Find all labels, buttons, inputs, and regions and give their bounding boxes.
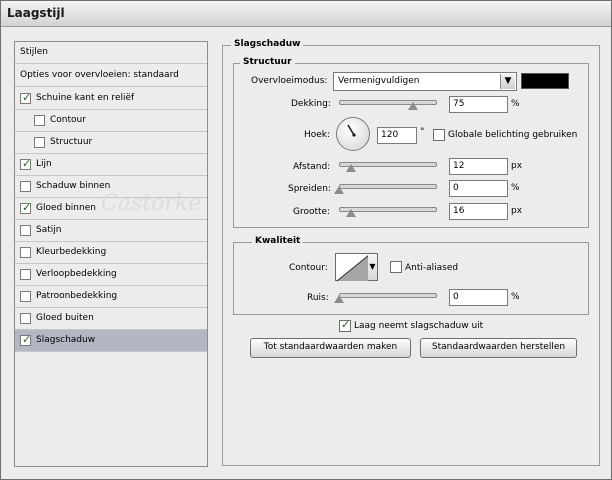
- checkmark-icon: ✓: [341, 318, 351, 331]
- checkmark-icon: ✓: [22, 201, 32, 214]
- style-item-label: Kleurbedekking: [36, 247, 107, 257]
- quality-title: Kwaliteit: [252, 236, 304, 246]
- knockout-label: Laag neemt slagschaduw uit: [354, 321, 484, 331]
- contour-curve-icon: [336, 254, 370, 282]
- style-checkbox[interactable]: ✓: [20, 157, 32, 170]
- anti-aliased-checkbox[interactable]: [390, 261, 402, 273]
- style-item-label: Patroonbedekking: [36, 291, 118, 301]
- styles-list: Stijlen Opties voor overvloeien: standaa…: [14, 41, 208, 467]
- size-input[interactable]: 16: [449, 203, 508, 220]
- spread-unit: %: [511, 183, 520, 193]
- size-slider-thumb[interactable]: [346, 209, 356, 217]
- noise-label: Ruis:: [307, 293, 329, 303]
- distance-slider-thumb[interactable]: [346, 164, 356, 172]
- style-item-label: Satijn: [36, 225, 62, 235]
- noise-slider-thumb[interactable]: [334, 295, 344, 303]
- blending-options-label: Opties voor overvloeien: standaard: [20, 70, 179, 80]
- contour-dropdown-button[interactable]: ▼: [368, 253, 378, 281]
- style-item-label: Schaduw binnen: [36, 181, 111, 191]
- angle-needle-icon: [347, 124, 356, 137]
- spread-slider-thumb[interactable]: [334, 186, 344, 194]
- style-checkbox[interactable]: [20, 291, 31, 302]
- style-checkbox[interactable]: ✓: [20, 91, 32, 104]
- style-item-pattern-overlay[interactable]: Patroonbedekking: [15, 286, 207, 308]
- noise-slider[interactable]: [339, 293, 437, 298]
- style-checkbox[interactable]: ✓: [20, 201, 32, 214]
- panel-title: Slagschaduw: [231, 39, 304, 49]
- size-label: Grootte:: [293, 207, 331, 217]
- shadow-color-swatch[interactable]: [521, 73, 569, 89]
- window-title: Laagstijl: [7, 6, 65, 20]
- make-default-button[interactable]: Tot standaardwaarden maken: [250, 338, 411, 358]
- angle-label: Hoek:: [304, 130, 331, 140]
- style-item-outer-glow[interactable]: Gloed buiten: [15, 308, 207, 330]
- knockout-checkbox[interactable]: ✓: [339, 318, 351, 332]
- style-item-texture[interactable]: Structuur: [15, 132, 207, 154]
- style-item-label: Gloed binnen: [36, 203, 96, 213]
- styles-header[interactable]: Stijlen: [15, 42, 207, 64]
- angle-dial[interactable]: [336, 117, 370, 151]
- style-item-gradient-overlay[interactable]: Verloopbedekking: [15, 264, 207, 286]
- style-item-label: Structuur: [50, 137, 93, 147]
- noise-unit: %: [511, 292, 520, 302]
- style-item-label: Schuine kant en reliëf: [36, 93, 135, 103]
- checkmark-icon: ✓: [22, 333, 32, 346]
- angle-unit: °: [420, 127, 425, 137]
- layer-style-dialog: Laagstijl Stijlen Opties voor overvloeie…: [0, 0, 612, 480]
- distance-label: Afstand:: [293, 162, 331, 172]
- styles-header-label: Stijlen: [20, 47, 48, 57]
- style-item-label: Gloed buiten: [36, 313, 94, 323]
- spread-slider[interactable]: [339, 184, 437, 189]
- quality-group: [233, 242, 589, 315]
- style-item-color-overlay[interactable]: Kleurbedekking: [15, 242, 207, 264]
- style-checkbox[interactable]: [34, 115, 45, 126]
- structure-title: Structuur: [240, 57, 295, 67]
- chevron-down-icon: ▼: [369, 262, 376, 271]
- blending-options-item[interactable]: Opties voor overvloeien: standaard: [15, 65, 207, 87]
- style-checkbox[interactable]: ✓: [20, 333, 32, 346]
- global-light-label: Globale belichting gebruiken: [448, 130, 578, 140]
- style-item-label: Verloopbedekking: [36, 269, 117, 279]
- style-item-bevel-emboss[interactable]: ✓ Schuine kant en reliëf: [15, 88, 207, 110]
- contour-preview[interactable]: [335, 253, 370, 282]
- blend-mode-select[interactable]: Vermenigvuldigen ▼: [333, 72, 517, 91]
- style-checkbox[interactable]: [20, 269, 31, 280]
- style-item-label: Lijn: [36, 159, 52, 169]
- chevron-down-icon: ▼: [500, 74, 515, 89]
- opacity-slider[interactable]: [339, 100, 437, 105]
- opacity-input[interactable]: 75: [449, 96, 508, 113]
- size-unit: px: [511, 206, 523, 216]
- style-checkbox[interactable]: [20, 225, 31, 236]
- anti-aliased-label: Anti-aliased: [405, 263, 459, 273]
- blend-mode-label: Overvloeimodus:: [251, 76, 328, 86]
- checkmark-icon: ✓: [22, 91, 32, 104]
- reset-default-button[interactable]: Standaardwaarden herstellen: [420, 338, 577, 358]
- style-item-label: Contour: [50, 115, 86, 125]
- contour-label: Contour:: [289, 263, 328, 273]
- angle-input[interactable]: 120: [377, 127, 417, 144]
- style-item-satin[interactable]: Satijn: [15, 220, 207, 242]
- blend-mode-value: Vermenigvuldigen: [338, 76, 420, 86]
- checkmark-icon: ✓: [22, 157, 32, 170]
- opacity-slider-thumb[interactable]: [408, 102, 418, 110]
- watermark-text: Castorke: [101, 191, 202, 216]
- distance-unit: px: [511, 161, 523, 171]
- opacity-unit: %: [511, 99, 520, 109]
- style-checkbox[interactable]: [20, 313, 31, 324]
- style-item-drop-shadow[interactable]: ✓ Slagschaduw: [15, 330, 207, 352]
- title-bar: Laagstijl: [1, 1, 611, 27]
- global-light-checkbox[interactable]: [433, 129, 445, 141]
- style-item-contour[interactable]: Contour: [15, 110, 207, 132]
- style-checkbox[interactable]: [34, 137, 45, 148]
- style-item-stroke[interactable]: ✓ Lijn: [15, 154, 207, 176]
- noise-input[interactable]: 0: [449, 289, 508, 306]
- spread-label: Spreiden:: [288, 184, 331, 194]
- spread-input[interactable]: 0: [449, 180, 508, 197]
- distance-input[interactable]: 12: [449, 158, 508, 175]
- style-checkbox[interactable]: [20, 247, 31, 258]
- style-item-label: Slagschaduw: [36, 335, 96, 345]
- opacity-label: Dekking:: [291, 99, 331, 109]
- style-checkbox[interactable]: [20, 181, 31, 192]
